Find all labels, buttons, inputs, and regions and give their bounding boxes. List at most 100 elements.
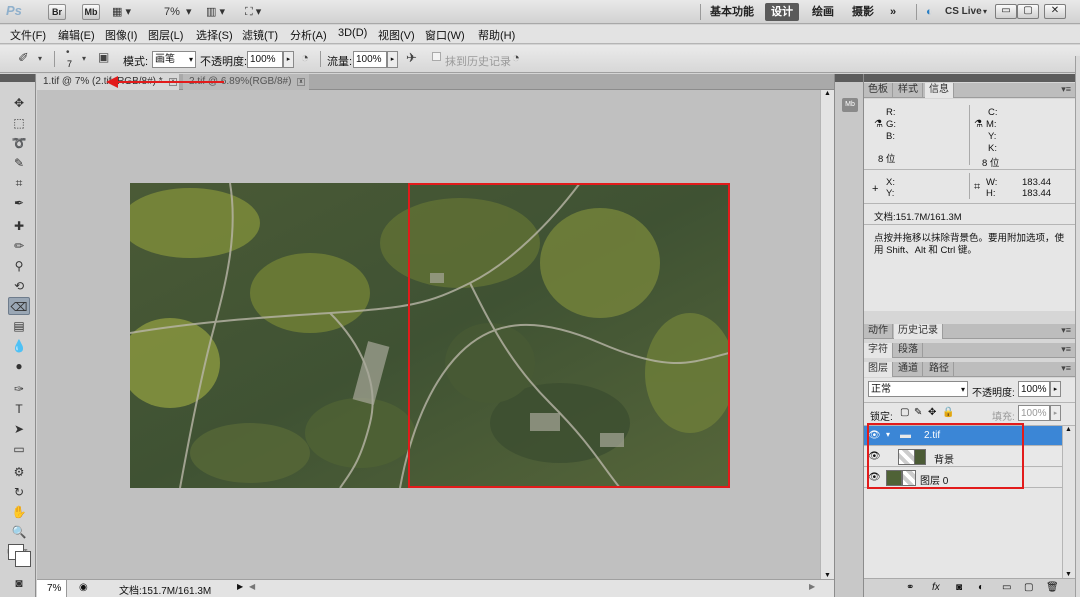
right-edge-scrollbar[interactable] [1075,56,1080,597]
bridge-button[interactable]: Br [48,4,66,20]
eraser-tool-icon[interactable]: ⌫ [8,297,30,315]
layers-scrollbar[interactable]: ▲ ▼ [1062,426,1075,578]
menu-filter[interactable]: 滤镜(T) [242,27,278,43]
background-color-swatch[interactable] [15,551,31,567]
tab-paragraph[interactable]: 段落 [894,343,923,358]
workspace-design[interactable]: 设计 [765,3,799,21]
status-zoom-field[interactable]: 7% [37,580,67,597]
more-workspaces-button[interactable]: » [884,3,902,21]
fill-slider-button[interactable]: ▸ [1050,405,1061,421]
tab-channels[interactable]: 通道 [894,362,923,377]
menu-file[interactable]: 文件(F) [10,27,46,43]
menu-3d[interactable]: 3D(D) [338,27,367,39]
menu-view[interactable]: 视图(V) [378,27,415,43]
workspace-photography[interactable]: 摄影 [846,3,880,21]
vertical-scrollbar[interactable]: ▲ ▼ [820,90,834,579]
adjustment-layer-icon[interactable]: ◐ [978,582,984,593]
pen-tool-icon[interactable]: ✑ [8,380,30,398]
tool-preset-dropdown-icon[interactable]: ▾ [38,54,42,63]
tab-paths[interactable]: 路径 [925,362,954,377]
layer-mask-icon[interactable]: ◙ [956,582,962,593]
layer-opacity-slider-button[interactable]: ▸ [1050,381,1061,397]
scroll-down-icon[interactable]: ▼ [1065,571,1072,578]
dodge-tool-icon[interactable]: ● [8,357,30,375]
opacity-input[interactable]: 100% [247,51,283,68]
lock-pixels-icon[interactable]: ✎ [914,407,922,418]
hand-tool-icon[interactable]: ✋ [8,503,30,521]
link-layers-icon[interactable]: ⚭ [906,582,914,593]
hscroll-left-icon[interactable]: ◀ [249,582,255,591]
path-select-tool-icon[interactable]: ➤ [8,420,30,438]
airbrush-icon[interactable]: ✈ [406,50,417,66]
panel-menu-icon[interactable]: ▾≡ [1061,325,1071,336]
spot-healing-tool-icon[interactable]: ✚ [8,217,30,235]
scroll-down-icon[interactable]: ▼ [824,572,831,579]
brush-panel-toggle-icon[interactable]: ▣ [98,50,109,64]
close-tab-icon[interactable]: x [297,78,305,86]
view-extras-icon[interactable]: ▦ ▾ [112,4,131,20]
menu-select[interactable]: 选择(S) [196,27,233,43]
lock-transparency-icon[interactable]: ▢ [900,407,909,418]
fill-input[interactable]: 100% [1018,405,1050,421]
flow-input[interactable]: 100% [353,51,387,68]
type-tool-icon[interactable]: T [8,400,30,418]
flow-slider-button[interactable]: ▸ [387,51,398,68]
opacity-slider-button[interactable]: ▸ [283,51,294,68]
shape-tool-icon[interactable]: ▭ [8,440,30,458]
status-icon[interactable]: ◉ [79,582,88,593]
tab-history[interactable]: 历史记录 [894,324,943,339]
cs-live-button[interactable]: CS Live [945,4,982,20]
tab-actions[interactable]: 动作 [864,324,893,339]
delete-layer-icon[interactable]: 🗑 [1046,582,1059,593]
tab-info[interactable]: 信息 [925,83,954,98]
layer-opacity-input[interactable]: 100% [1018,381,1050,397]
scroll-up-icon[interactable]: ▲ [824,90,831,97]
eyedropper-tool-icon[interactable]: ✒ [8,194,30,212]
history-brush-tool-icon[interactable]: ⟲ [8,277,30,295]
layer-style-icon[interactable]: fx [932,582,940,593]
menu-analysis[interactable]: 分析(A) [290,27,327,43]
tab-swatches[interactable]: 色板 [864,83,893,98]
minibridge-button[interactable]: Mb [82,4,100,20]
menu-edit[interactable]: 编辑(E) [58,27,95,43]
menu-image[interactable]: 图像(I) [105,27,137,43]
blur-tool-icon[interactable]: 💧 [8,337,30,355]
zoom-level-select[interactable]: 7% [164,4,180,20]
panel-menu-icon[interactable]: ▾≡ [1061,363,1071,374]
3d-rotate-tool-icon[interactable]: ⚙ [8,463,30,481]
zoom-dropdown-icon[interactable]: ▾ [186,4,192,20]
menu-layer[interactable]: 图层(L) [148,27,183,43]
panel-menu-icon[interactable]: ▾≡ [1061,344,1071,355]
lock-position-icon[interactable]: ✥ [928,407,936,418]
quick-select-tool-icon[interactable]: ✎ [8,154,30,172]
tab-character[interactable]: 字符 [864,343,893,358]
new-layer-icon[interactable]: ▢ [1024,582,1033,593]
scroll-up-icon[interactable]: ▲ [1065,426,1072,433]
lock-all-icon[interactable]: 🔒 [942,407,954,418]
move-tool-icon[interactable]: ✥ [8,94,30,112]
tab-layers[interactable]: 图层 [864,362,893,377]
menu-help[interactable]: 帮助(H) [478,27,515,43]
workspace-essentials[interactable]: 基本功能 [704,3,760,21]
gradient-tool-icon[interactable]: ▤ [8,317,30,335]
mode-select[interactable]: 画笔 ▾ [152,51,196,68]
zoom-tool-icon[interactable]: 🔍 [8,523,30,541]
screen-mode-icon[interactable]: ⛶ ▾ [245,4,261,20]
marquee-tool-icon[interactable]: ⬚ [8,114,30,132]
tab-styles[interactable]: 样式 [894,83,923,98]
brush-dropdown-icon[interactable]: ▾ [82,54,86,63]
status-menu-arrow-icon[interactable]: ▶ [237,582,243,591]
crop-tool-icon[interactable]: ⌗ [8,174,30,192]
background-eraser-tool-icon[interactable]: ✐ [18,50,29,66]
pressure-size-icon[interactable]: ◔ [512,50,520,65]
blend-mode-select[interactable]: 正常 ▾ [868,381,968,397]
menu-window[interactable]: 窗口(W) [425,27,465,43]
cs-live-dropdown-icon[interactable]: ▾ [983,4,987,20]
minibridge-panel-icon[interactable]: Mb [842,98,858,112]
panel-menu-icon[interactable]: ▾≡ [1061,84,1071,95]
erase-history-checkbox[interactable] [432,52,441,61]
quick-mask-icon[interactable]: ◙ [8,574,30,592]
new-group-icon[interactable]: ▭ [1002,582,1011,593]
brush-preview-icon[interactable]: • [66,47,70,58]
workspace-painting[interactable]: 绘画 [806,3,840,21]
